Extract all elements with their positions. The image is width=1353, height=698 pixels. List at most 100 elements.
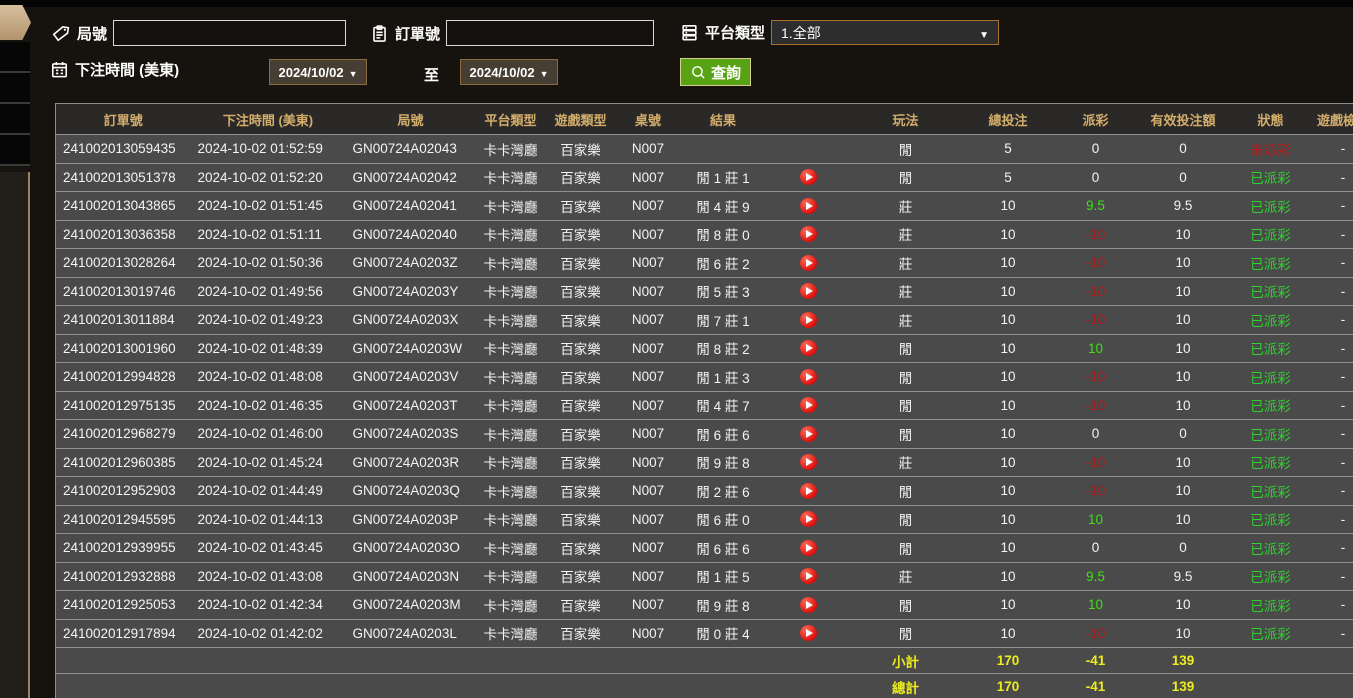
table-row: 241002012975135 2024-10-02 01:46:35 GN0072… <box>55 390 1353 420</box>
cell-platform: 卡卡灣廳 <box>475 447 546 477</box>
table-row: 241002012945595 2024-10-02 01:44:13 GN0072… <box>55 504 1353 534</box>
cell-play <box>765 590 851 619</box>
cell-valid_bet: 0 <box>1135 162 1231 192</box>
cell-order: 241002012975135 <box>55 390 191 420</box>
platform-select[interactable]: 1.全部 <box>771 20 1000 45</box>
cell-empty <box>55 673 851 698</box>
play-video-icon[interactable] <box>799 197 817 214</box>
date-from-select[interactable]: 2024/10/02 <box>269 59 367 85</box>
cell-table: N007 <box>615 219 681 249</box>
cell-round: GN00724A0203O <box>345 533 476 562</box>
cell-order: 241002012917894 <box>55 618 191 648</box>
table-row: 241002013028264 2024-10-02 01:50:36 GN0072… <box>55 248 1353 277</box>
cell-table: N007 <box>615 419 681 448</box>
total-row: 總計 170 -41 139 <box>55 673 1353 698</box>
cell-result: 閒 6 莊 2 <box>680 248 766 277</box>
cell-play <box>765 561 851 591</box>
cell-label: 小計 <box>850 647 961 674</box>
cell-time: 2024-10-02 01:51:45 <box>190 191 346 220</box>
cell-payout: -10 <box>1055 276 1136 306</box>
cell-table: N007 <box>615 248 681 277</box>
play-video-icon[interactable] <box>799 283 817 300</box>
play-video-icon[interactable] <box>799 397 817 414</box>
table-row: 241002012952903 2024-10-02 01:44:49 GN0072… <box>55 476 1353 505</box>
cell-order: 241002013001960 <box>55 333 191 363</box>
cell-game: 百家樂 <box>545 533 616 562</box>
play-video-icon[interactable] <box>799 311 817 328</box>
sidebar-item[interactable] <box>0 104 30 135</box>
cell-check: - <box>1310 248 1353 277</box>
sidebar-item[interactable] <box>0 135 30 166</box>
round-filter-group: 局號 <box>52 20 347 46</box>
cell-order: 241002013019746 <box>55 276 191 306</box>
cell-status: 已派彩 <box>1230 362 1311 391</box>
sidebar-selected-tab[interactable] <box>0 5 31 40</box>
play-video-icon[interactable] <box>799 568 817 585</box>
cell-total_bet: 10 <box>960 476 1056 505</box>
round-input[interactable] <box>113 20 347 46</box>
cell-time: 2024-10-02 01:49:23 <box>190 305 346 334</box>
cell-bet_type: 莊 <box>850 447 961 477</box>
col-header-order: 訂單號 <box>55 103 191 135</box>
play-video-icon[interactable] <box>799 226 817 243</box>
cell-play <box>765 419 851 448</box>
play-video-icon[interactable] <box>799 368 817 385</box>
cell-table: N007 <box>615 561 681 591</box>
cell-table: N007 <box>615 162 681 192</box>
sidebar-item[interactable] <box>0 73 30 104</box>
cell-payout: 0 <box>1055 419 1136 448</box>
cell-total_bet: 10 <box>960 305 1056 334</box>
table-row: 241002012968279 2024-10-02 01:46:00 GN0072… <box>55 419 1353 448</box>
cell-bet_type: 閒 <box>850 533 961 562</box>
sidebar-item[interactable] <box>0 42 30 73</box>
play-video-icon[interactable] <box>799 596 817 613</box>
cell-valid_bet: 10 <box>1135 618 1231 648</box>
query-button[interactable]: 查詢 <box>680 58 752 86</box>
cell-round: GN00724A0203S <box>345 419 476 448</box>
cell-bet_type: 閒 <box>850 419 961 448</box>
bet-time-group: 下注時間 (美東) <box>50 59 179 80</box>
table-header-row: 訂單號 下注時間 (美東) 局號 平台類型 遊戲類型 桌號 結果 玩法 總投注 派彩 有效投注額 狀態… <box>55 103 1353 135</box>
cell-time: 2024-10-02 01:44:49 <box>190 476 346 505</box>
order-label: 訂單號 <box>395 25 441 43</box>
cell-game: 百家樂 <box>545 618 616 648</box>
cell-valid_bet: 10 <box>1135 248 1231 277</box>
cell-round: GN00724A0203Z <box>345 248 476 277</box>
cell-payout: -10 <box>1055 476 1136 505</box>
cell-platform: 卡卡灣廳 <box>475 162 546 192</box>
cell-empty <box>1230 673 1353 698</box>
play-video-icon[interactable] <box>799 482 817 499</box>
cell-check: - <box>1310 333 1353 363</box>
cell-total_bet: 10 <box>960 276 1056 306</box>
cell-total_bet: 10 <box>960 362 1056 391</box>
cell-platform: 卡卡灣廳 <box>475 618 546 648</box>
play-video-icon[interactable] <box>799 511 817 528</box>
play-video-icon[interactable] <box>799 454 817 471</box>
table-row: 241002012994828 2024-10-02 01:48:08 GN0072… <box>55 362 1353 391</box>
play-video-icon[interactable] <box>799 539 817 556</box>
cell-play <box>765 333 851 363</box>
cell-status: 已派彩 <box>1230 590 1311 619</box>
play-video-icon[interactable] <box>799 625 817 642</box>
cell-table: N007 <box>615 276 681 306</box>
cell-platform: 卡卡灣廳 <box>475 362 546 391</box>
order-input[interactable] <box>446 20 655 46</box>
table-row: 241002012932888 2024-10-02 01:43:08 GN0072… <box>55 561 1353 591</box>
cell-bet_type: 閒 <box>850 618 961 648</box>
date-to-select[interactable]: 2024/10/02 <box>460 59 558 85</box>
col-header-payout: 派彩 <box>1055 103 1136 135</box>
platform-label: 平台類型 <box>705 25 766 42</box>
cell-valid_bet: 10 <box>1135 276 1231 306</box>
cell-play <box>765 162 851 192</box>
play-video-icon[interactable] <box>799 254 817 271</box>
cell-game: 百家樂 <box>545 305 616 334</box>
play-video-icon[interactable] <box>799 340 817 357</box>
chevron-down-icon <box>979 25 989 41</box>
cell-payout: 0 <box>1055 134 1136 163</box>
cell-result: 閒 9 莊 8 <box>680 590 766 619</box>
play-video-icon[interactable] <box>799 169 817 186</box>
chevron-down-icon <box>540 65 549 80</box>
round-label: 局號 <box>77 25 108 43</box>
play-video-icon[interactable] <box>799 425 817 442</box>
cell-order: 241002013051378 <box>55 162 191 192</box>
